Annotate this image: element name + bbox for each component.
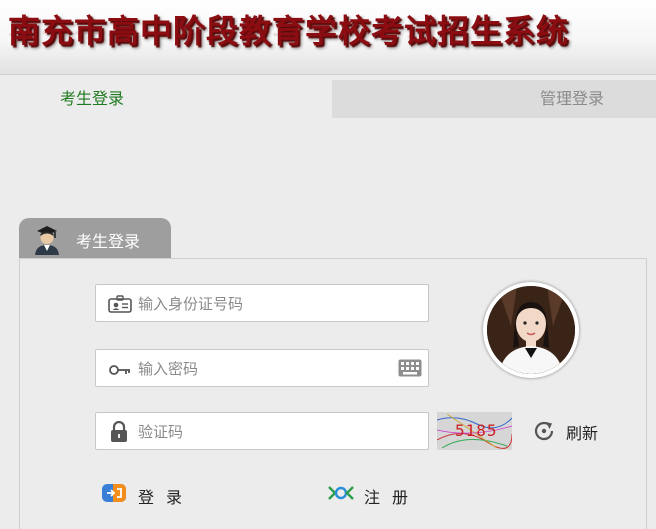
captcha-field [95,412,429,451]
register-button[interactable]: 注册 [328,484,421,507]
system-title: 南充市高中阶段教育学校考试招生系统 [8,12,570,50]
captcha-code: 5185 [455,421,498,440]
login-button[interactable]: 登录 [102,484,195,507]
id-card-icon [108,295,132,313]
student-login-tab: 考生登录 [19,218,171,258]
tab-student-login[interactable]: 考生登录 [0,80,332,118]
id-number-input[interactable] [136,285,390,323]
lock-icon [111,421,127,442]
register-icon [328,486,354,500]
key-icon [109,365,130,375]
student-photo [483,282,579,378]
login-label: 登录 [138,488,195,507]
student-portrait [487,286,575,374]
register-label: 注册 [364,488,421,507]
refresh-label: 刷新 [566,424,599,443]
header-banner: 南充市高中阶段教育学校考试招生系统 南充市高中阶段教育学校考试招生系统 [0,0,656,75]
captcha-input[interactable] [136,413,390,451]
id-number-field [95,284,429,323]
keyboard-icon[interactable] [398,359,422,377]
login-icon [102,484,126,502]
student-avatar-icon [35,226,59,255]
password-field [95,349,429,388]
password-input[interactable] [136,350,390,388]
student-login-tab-label: 考生登录 [76,232,141,251]
refresh-icon [534,421,554,441]
tab-admin-login[interactable]: 管理登录 [332,80,656,118]
captcha-image[interactable]: 5185 [437,412,512,450]
